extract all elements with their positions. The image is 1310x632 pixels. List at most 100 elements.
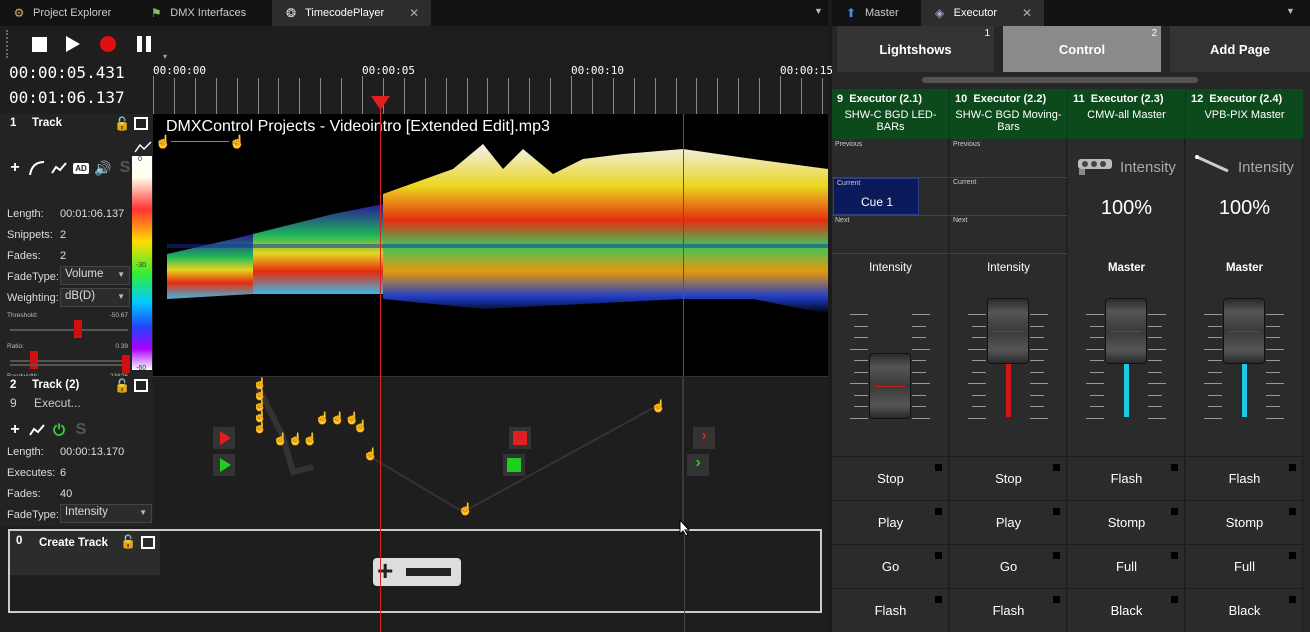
- hand-icon[interactable]: ☝: [458, 502, 473, 516]
- threshold-slider-thumb[interactable]: [74, 320, 82, 338]
- ruler-tick: [633, 78, 635, 114]
- record-button[interactable]: [98, 34, 118, 54]
- panel-icon[interactable]: [134, 379, 148, 392]
- dropdown-icon[interactable]: ▾: [163, 52, 167, 61]
- lock-icon[interactable]: 🔓: [114, 378, 130, 394]
- envelope-icon[interactable]: [28, 421, 46, 439]
- fader-knob[interactable]: [1105, 298, 1147, 364]
- bandwidth-slider-thumb[interactable]: [122, 355, 130, 373]
- fader-scale-mark: [1148, 417, 1166, 419]
- chevron-down-icon[interactable]: ▼: [1286, 6, 1295, 16]
- executor-button-flash[interactable]: Flash: [950, 588, 1067, 631]
- executor-header[interactable]: 9 Executor (2.1) SHW-C BGD LED-BARs: [832, 89, 949, 139]
- spectrogram-area[interactable]: DMXControl Projects - Videointro [Extend…: [153, 114, 828, 376]
- solo-icon[interactable]: S: [72, 421, 90, 439]
- hand-icon[interactable]: ☝: [353, 419, 368, 433]
- executor-header[interactable]: 12 Executor (2.4) VPB-PIX Master: [1186, 89, 1303, 139]
- executor-button-full[interactable]: Full: [1186, 544, 1303, 587]
- fader-scale-mark: [1148, 314, 1166, 315]
- panel-icon[interactable]: [141, 536, 155, 549]
- track2-header[interactable]: 2 Track (2) 🔓: [0, 376, 153, 396]
- close-icon[interactable]: ✕: [409, 6, 419, 20]
- power-icon[interactable]: ⏻: [50, 421, 68, 439]
- ratio-slider-thumb[interactable]: [30, 351, 38, 369]
- page-button-lightshows[interactable]: Lightshows 1: [837, 26, 994, 72]
- executor-button-stomp[interactable]: Stomp: [1186, 500, 1303, 543]
- tab-timecodeplayer[interactable]: ❂ TimecodePlayer ✕: [272, 0, 432, 26]
- volume-icon[interactable]: 🔊: [94, 159, 112, 177]
- panel-icon[interactable]: [134, 117, 148, 130]
- playhead-line[interactable]: [380, 106, 381, 632]
- page-button-control[interactable]: Control 2: [1003, 26, 1161, 72]
- fader-knob[interactable]: [987, 298, 1029, 364]
- analyze-icon[interactable]: AD: [72, 159, 90, 177]
- tab-master[interactable]: ⬆ Master: [832, 0, 911, 26]
- fader-scale-mark: [854, 394, 868, 396]
- executor-button-stop[interactable]: Stop: [832, 456, 949, 499]
- fade-curve-icon[interactable]: [28, 159, 46, 177]
- chevron-right-icon[interactable]: ›: [693, 427, 715, 449]
- executor-button-flash[interactable]: Flash: [832, 588, 949, 631]
- chevron-down-icon[interactable]: ▼: [814, 6, 823, 16]
- executor-event-area[interactable]: › › ☝ ☝ ☝ ☝ ☝ ☝☝☝ ☝☝☝ ☝ ☝ ☝ ☝: [153, 376, 828, 527]
- executor-button-full[interactable]: Full: [1068, 544, 1185, 587]
- hand-icon[interactable]: ☝☝☝: [273, 432, 318, 446]
- executor-button-black[interactable]: Black: [1068, 588, 1185, 631]
- lock-icon[interactable]: 🔓: [114, 116, 130, 132]
- weighting-select[interactable]: dB(D) ▼: [60, 288, 130, 307]
- fader-scale-mark: [1086, 348, 1104, 350]
- button-label: Stomp: [1107, 514, 1146, 530]
- stop-event-button[interactable]: [509, 427, 531, 449]
- fader-knob[interactable]: [869, 353, 911, 419]
- stop-button[interactable]: [29, 34, 49, 54]
- pause-button[interactable]: [134, 34, 154, 54]
- create-track-button[interactable]: +: [373, 555, 461, 586]
- fadetype-select[interactable]: Volume ▼: [60, 266, 130, 285]
- executor-button-play[interactable]: Play: [832, 500, 949, 543]
- executor-button-stop[interactable]: Stop: [950, 456, 1067, 499]
- executor-button-black[interactable]: Black: [1186, 588, 1303, 631]
- chevron-right-icon[interactable]: ›: [687, 454, 709, 476]
- hand-icon[interactable]: ☝: [155, 134, 171, 150]
- play-event-button[interactable]: [213, 454, 235, 476]
- stop-event-button[interactable]: [213, 427, 235, 449]
- add-icon[interactable]: +: [6, 159, 24, 177]
- executor-button-go[interactable]: Go: [950, 544, 1067, 587]
- executor-header[interactable]: 11 Executor (2.3) CMW-all Master: [1068, 89, 1185, 139]
- hand-icon[interactable]: ☝: [363, 447, 378, 461]
- tab-project-explorer[interactable]: ⚙ Project Explorer: [0, 0, 123, 26]
- threshold-slider-track[interactable]: [10, 329, 128, 331]
- executor-button-stomp[interactable]: Stomp: [1068, 500, 1185, 543]
- hand-icon[interactable]: ☝ ☝ ☝ ☝ ☝: [253, 379, 267, 434]
- executor-button-flash[interactable]: Flash: [1068, 456, 1185, 499]
- page-label: Lightshows: [879, 41, 952, 57]
- play-button[interactable]: [62, 34, 82, 54]
- timeline-ruler[interactable]: 00:00:00 00:00:05 00:00:10 00:00:15: [153, 62, 833, 114]
- lock-icon[interactable]: 🔓: [120, 534, 136, 550]
- add-page-button[interactable]: Add Page: [1170, 26, 1310, 72]
- fadetype-select[interactable]: Intensity ▼: [60, 504, 152, 523]
- hand-icon[interactable]: ☝: [229, 134, 245, 150]
- tab-executor[interactable]: ◈ Executor ✕: [920, 0, 1045, 26]
- executor-header[interactable]: 10 Executor (2.2) SHW-C BGD Moving-Bars: [950, 89, 1067, 139]
- executor-button-go[interactable]: Go: [832, 544, 949, 587]
- playhead-marker[interactable]: [371, 96, 391, 110]
- tab-dmx-interfaces[interactable]: ⚑ DMX Interfaces: [137, 0, 258, 26]
- track1-header[interactable]: 1 Track 🔓: [0, 114, 153, 134]
- weighting-label: Weighting:: [7, 292, 59, 304]
- grip-handle[interactable]: [6, 30, 9, 58]
- play-event-button[interactable]: [503, 454, 525, 476]
- envelope-icon[interactable]: [50, 159, 68, 177]
- current-cue-box[interactable]: Current Cue 1: [833, 178, 919, 215]
- hand-icon[interactable]: ☝: [651, 399, 666, 413]
- bandwidth-slider-track[interactable]: [10, 364, 128, 366]
- fader-scale-mark: [1030, 348, 1048, 350]
- close-icon[interactable]: ✕: [1022, 6, 1032, 20]
- executor-button-play[interactable]: Play: [950, 500, 1067, 543]
- fader-knob[interactable]: [1223, 298, 1265, 364]
- page-scrollbar[interactable]: [922, 77, 1198, 83]
- add-icon[interactable]: +: [6, 421, 24, 439]
- executor-button-flash[interactable]: Flash: [1186, 456, 1303, 499]
- create-track-area[interactable]: 0 Create Track 🔓 +: [8, 529, 822, 613]
- ratio-slider-track[interactable]: [10, 360, 128, 362]
